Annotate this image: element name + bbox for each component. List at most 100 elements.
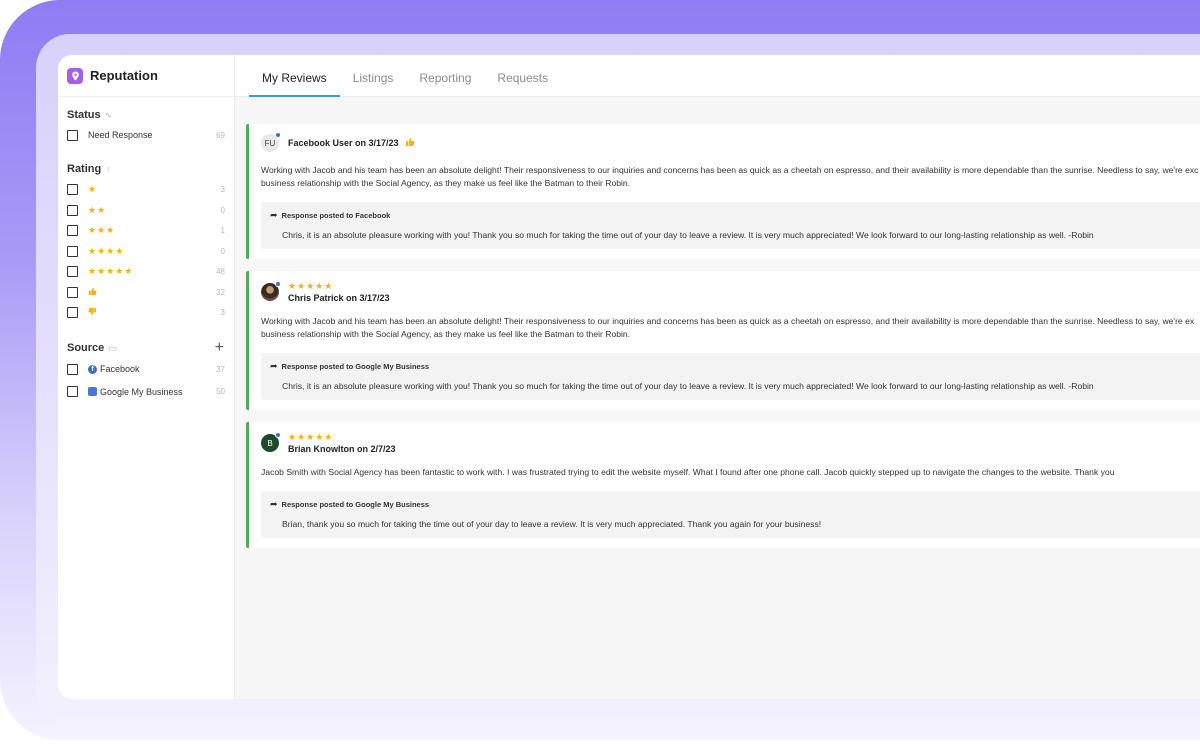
status-heading: Status ∿ [67,107,225,123]
rating-title: Rating [67,162,102,175]
add-source-icon[interactable]: + [215,339,224,357]
filter-count: 1 [220,226,225,236]
response-box: ➦ Response posted to Google My Business … [261,353,1200,400]
review-text-line: business relationship with the Social Ag… [261,329,631,339]
checkbox[interactable] [67,386,78,398]
avatar: B [261,432,281,452]
star-icon: ★ [88,184,98,195]
reviewer-name: Facebook User on 3/17/23 [288,138,399,148]
checkbox[interactable] [67,204,78,216]
reviewer-name: Chris Patrick on 3/17/23 [288,293,390,303]
status-filter-section: Status ∿ Need Response 69 [58,97,234,146]
tab-bar: My Reviews Listings Reporting Requests [235,55,1200,97]
filter-rating-5[interactable]: ★★★★★ 48 [67,262,225,283]
review-card[interactable]: ★★★★★ Chris Patrick on 3/17/23 Working w… [246,271,1200,410]
review-body: Working with Jacob and his team has been… [261,164,1200,190]
checkbox[interactable] [67,286,78,298]
pulse-icon: ∿ [104,109,113,120]
review-card[interactable]: B ★★★★★ Brian Knowlton on 2/7/23 Jacob S… [246,422,1200,548]
filter-count: 37 [216,364,225,374]
review-header: ★★★★★ Chris Patrick on 3/17/23 [261,281,1200,303]
filter-rating-2[interactable]: ★★ 0 [67,200,225,221]
filter-count: 50 [216,387,225,397]
filter-rating-4[interactable]: ★★★★ 0 [67,241,225,262]
thumbs-down-icon [88,307,97,318]
avatar: FU [261,132,281,152]
thumbs-up-icon [88,287,97,298]
response-text: Chris, it is an absolute pleasure workin… [282,381,1094,391]
source-heading: Source ▭ + [67,339,225,357]
star-rating-icon: ★★★★★ [288,281,334,291]
tab-reporting[interactable]: Reporting [406,55,484,96]
filter-need-response[interactable]: Need Response 69 [67,125,225,146]
review-body: Jacob Smith with Social Agency has been … [261,466,1200,479]
response-label: ➦ Response posted to Facebook [270,210,1200,221]
filter-count: 69 [216,130,225,140]
reviewer-name: Brian Knowlton on 2/7/23 [288,444,396,454]
tab-requests[interactable]: Requests [484,55,561,96]
reviewer-line: Facebook User on 3/17/23 [288,137,415,150]
facebook-icon: f [88,364,97,374]
filter-recommended[interactable]: 32 [67,282,225,303]
reviewer-block: ★★★★★ Brian Knowlton on 2/7/23 [288,432,396,454]
review-text-line: business relationship with the Social Ag… [261,178,631,188]
review-text-line: Jacob Smith with Social Agency has been … [261,467,1115,477]
tab-my-reviews[interactable]: My Reviews [249,55,340,97]
avatar [261,281,281,301]
checkbox[interactable] [67,266,78,278]
response-box: ➦ Response posted to Google My Business … [261,491,1200,538]
source-title: Source [67,342,105,354]
filter-label: Google My Business [100,386,183,397]
filter-rating-1[interactable]: ★ 3 [67,180,225,201]
google-badge-icon [275,281,281,287]
brand-header: Reputation [58,55,234,97]
filter-count: 0 [220,205,225,215]
checkbox[interactable] [67,307,78,319]
review-header: B ★★★★★ Brian Knowlton on 2/7/23 [261,432,1200,454]
main-content: My Reviews Listings Reporting Requests F… [235,55,1200,699]
status-title: Status [67,109,101,121]
checkbox[interactable] [67,225,78,237]
monitor-icon: ▭ [108,342,117,353]
response-label-text: Response posted to Facebook [281,211,391,220]
facebook-badge-icon [275,132,281,138]
google-badge-icon [275,432,281,438]
rating-heading: Rating ♀ [67,161,225,177]
star-icon: ★★★★ [88,245,125,256]
filter-not-recommended[interactable]: 3 [67,303,225,324]
avatar-initials: FU [264,138,276,148]
response-label: ➦ Response posted to Google My Business [270,499,1200,510]
filter-source-gmb[interactable]: Google My Business 50 [67,382,225,403]
filter-label: Need Response [88,130,153,141]
reviewer-block: ★★★★★ Chris Patrick on 3/17/23 [288,281,390,303]
location-pin-icon [67,67,83,84]
filter-count: 3 [220,308,225,318]
reputation-app: Reputation Status ∿ Need Response 69 Rat… [58,55,1200,699]
checkbox[interactable] [67,245,78,257]
filter-count: 3 [220,185,225,195]
review-card[interactable]: FU Facebook User on 3/17/23 Working with… [246,124,1200,259]
response-box: ➦ Response posted to Facebook Chris, it … [261,202,1200,249]
star-rating-icon: ★★★★★ [288,432,334,442]
review-list: FU Facebook User on 3/17/23 Working with… [235,97,1200,548]
checkbox[interactable] [67,184,78,196]
checkbox[interactable] [67,129,78,141]
reply-arrow-icon: ➦ [270,210,278,220]
star-icon: ★★★ [88,225,116,236]
thumbs-up-icon [405,137,415,150]
sidebar: Reputation Status ∿ Need Response 69 Rat… [58,55,235,699]
filter-count: 32 [216,287,225,297]
response-label: ➦ Response posted to Google My Business [270,361,1200,372]
app-title: Reputation [90,68,158,83]
response-text: Brian, thank you so much for taking the … [282,519,822,529]
filter-rating-3[interactable]: ★★★ 1 [67,221,225,242]
lightbulb-icon: ♀ [105,163,112,174]
filter-label: Facebook [100,364,140,375]
checkbox[interactable] [67,363,78,375]
review-text-line: Working with Jacob and his team has been… [261,316,1195,326]
filter-source-facebook[interactable]: f Facebook 37 [67,359,225,380]
avatar-initials: B [267,438,273,448]
tab-listings[interactable]: Listings [340,55,407,96]
reply-arrow-icon: ➦ [270,361,278,371]
star-icon: ★★ [88,204,107,215]
